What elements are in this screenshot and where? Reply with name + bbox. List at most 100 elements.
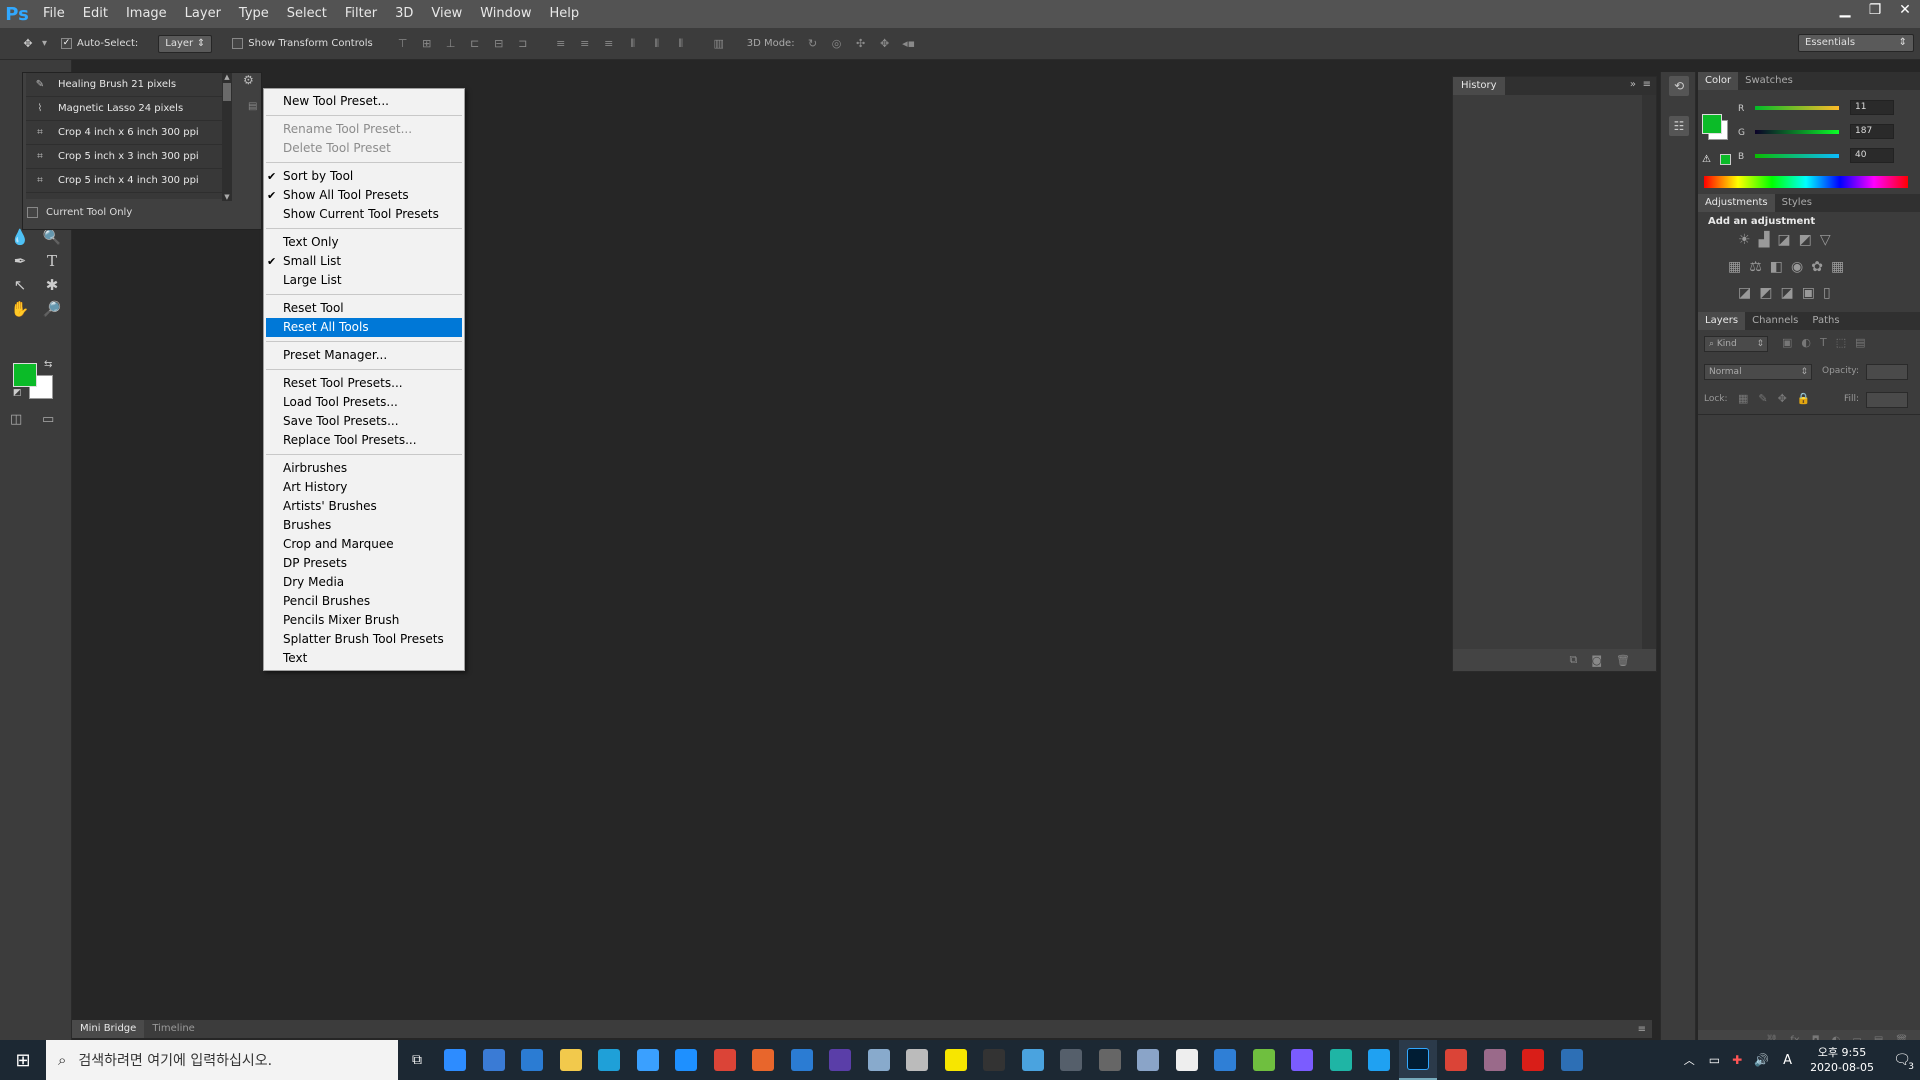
- volume-icon[interactable]: 🔊: [1754, 1053, 1769, 1067]
- filter-type-icon[interactable]: T: [1820, 336, 1827, 349]
- opacity-field[interactable]: [1866, 364, 1908, 380]
- lock-all-icon[interactable]: 🔒: [1797, 392, 1811, 405]
- sticky-app-icon[interactable]: [1206, 1040, 1245, 1080]
- align-hcenter-icon[interactable]: ⊟: [491, 37, 507, 51]
- tray-overflow-icon[interactable]: ︿: [1684, 1052, 1695, 1068]
- tab-adjustments[interactable]: Adjustments: [1698, 194, 1775, 212]
- type-tool-icon[interactable]: T: [40, 252, 64, 270]
- history-dock-icon[interactable]: ⟲: [1669, 76, 1689, 96]
- threshold-icon[interactable]: ◪: [1780, 285, 1793, 301]
- bird-app-icon[interactable]: [1360, 1040, 1399, 1080]
- fill-field[interactable]: [1866, 392, 1908, 408]
- ime-indicator[interactable]: A: [1783, 1053, 1792, 1068]
- 3d-roll-icon[interactable]: ◎: [829, 37, 845, 51]
- presets-scrollbar[interactable]: ▲ ▼: [222, 73, 232, 201]
- r-slider[interactable]: [1755, 106, 1839, 110]
- new-snapshot-icon[interactable]: ◙: [1591, 654, 1602, 667]
- menu-type[interactable]: Type: [230, 0, 278, 28]
- curves-icon[interactable]: ◪: [1777, 232, 1790, 248]
- anime-app-icon[interactable]: [1476, 1040, 1515, 1080]
- pen-tool-icon[interactable]: ✒: [8, 252, 32, 270]
- menu-item-sort-by-tool[interactable]: ✔ Sort by Tool: [264, 167, 464, 186]
- align-top-icon[interactable]: ⊤: [395, 37, 411, 51]
- photo-filter-icon[interactable]: ◉: [1791, 259, 1803, 275]
- vibrance-icon[interactable]: ▽: [1820, 232, 1831, 248]
- tool-preset-row[interactable]: ⌗ Crop 4 inch x 6 inch 300 ppi: [26, 121, 222, 145]
- brain-app-icon[interactable]: [1322, 1040, 1361, 1080]
- taskbar-search-box[interactable]: ⌕ 검색하려면 여기에 입력하십시오.: [46, 1040, 398, 1080]
- menu-item-show-current-tool-presets[interactable]: Show Current Tool Presets: [264, 205, 464, 224]
- menu-item-text-only[interactable]: Text Only: [264, 233, 464, 252]
- menu-edit[interactable]: Edit: [74, 0, 117, 28]
- distribute-right-icon[interactable]: ⫴: [673, 37, 689, 51]
- current-tool-only-row[interactable]: Current Tool Only: [27, 207, 132, 218]
- align-vcenter-icon[interactable]: ⊞: [419, 37, 435, 51]
- menu-item-art-history[interactable]: Art History: [264, 478, 464, 497]
- internet-explorer-icon[interactable]: [667, 1040, 706, 1080]
- collapse-panel-icon[interactable]: »: [1630, 79, 1636, 90]
- mail-app-icon[interactable]: [513, 1040, 552, 1080]
- invert-icon[interactable]: ◪: [1738, 285, 1751, 301]
- tab-color[interactable]: Color: [1698, 72, 1739, 90]
- tab-paths[interactable]: Paths: [1805, 312, 1846, 330]
- gradient-map-icon[interactable]: ▯: [1823, 285, 1831, 301]
- menu-item-reset-tool[interactable]: Reset Tool: [264, 299, 464, 318]
- menu-item-small-list[interactable]: ✔ Small List: [264, 252, 464, 271]
- dodge-tool-icon[interactable]: 🔍: [40, 228, 64, 246]
- tool-preset-row[interactable]: ⌇ Magnetic Lasso 24 pixels: [26, 97, 222, 121]
- g-slider[interactable]: [1755, 130, 1839, 134]
- lock-position-icon[interactable]: ✥: [1778, 392, 1787, 405]
- scroll-up-icon[interactable]: ▲: [222, 73, 232, 81]
- color-lookup-icon[interactable]: ▦: [1831, 259, 1844, 275]
- align-right-icon[interactable]: ⊐: [515, 37, 531, 51]
- tool-preset-row[interactable]: ⌗ Crop 5 inch x 4 inch 300 ppi: [26, 169, 222, 193]
- new-document-from-state-icon[interactable]: ⧉: [1569, 653, 1577, 667]
- color-spectrum-ramp[interactable]: [1704, 176, 1908, 188]
- posterize-icon[interactable]: ◩: [1759, 285, 1772, 301]
- brightness-contrast-icon[interactable]: ☀: [1738, 232, 1751, 248]
- menu-item-text[interactable]: Text: [264, 649, 464, 668]
- camera-app-icon[interactable]: [1091, 1040, 1130, 1080]
- photoshop-app-icon[interactable]: [1398, 1040, 1437, 1080]
- paint3d-app-icon[interactable]: [1129, 1040, 1168, 1080]
- kakaotalk-app-icon[interactable]: [937, 1040, 976, 1080]
- filter-shape-icon[interactable]: ⬚: [1836, 336, 1846, 349]
- circle-app-icon[interactable]: [1283, 1040, 1322, 1080]
- menu-item-artists-brushes[interactable]: Artists' Brushes: [264, 497, 464, 516]
- quick-mask-icon[interactable]: ◫: [10, 412, 22, 427]
- hue-saturation-icon[interactable]: ▦: [1728, 259, 1741, 275]
- new-preset-icon[interactable]: ▤: [248, 101, 257, 112]
- menu-item-show-all-tool-presets[interactable]: ✔ Show All Tool Presets: [264, 186, 464, 205]
- video-editor-app-icon[interactable]: [975, 1040, 1014, 1080]
- menu-item-crop-and-marquee[interactable]: Crop and Marquee: [264, 535, 464, 554]
- filter-smart-object-icon[interactable]: ▤: [1855, 336, 1865, 349]
- path-select-tool-icon[interactable]: ↖: [8, 276, 32, 294]
- delete-state-icon[interactable]: 🗑: [1616, 654, 1630, 667]
- calculator-app-icon[interactable]: [1052, 1040, 1091, 1080]
- screen-mode-icon[interactable]: ▭: [42, 412, 54, 427]
- zoom-tool-icon[interactable]: 🔎: [40, 300, 64, 318]
- menu-item-load-tool-presets[interactable]: Load Tool Presets...: [264, 393, 464, 412]
- bottom-panel-menu-icon[interactable]: ≡: [1638, 1024, 1646, 1035]
- menu-item-new-tool-preset[interactable]: New Tool Preset...: [264, 92, 464, 111]
- history-tab[interactable]: History: [1453, 77, 1505, 95]
- color-fg-swatch[interactable]: [1702, 114, 1722, 134]
- menu-item-airbrushes[interactable]: Airbrushes: [264, 459, 464, 478]
- blur-tool-icon[interactable]: 💧: [8, 228, 32, 246]
- levels-icon[interactable]: ▟: [1759, 232, 1770, 248]
- distribute-left-icon[interactable]: ⫴: [625, 37, 641, 51]
- properties-dock-icon[interactable]: ☷: [1669, 116, 1689, 136]
- close-icon[interactable]: ✕: [1890, 0, 1920, 20]
- out-of-gamut-warning-icon[interactable]: ⚠: [1702, 154, 1711, 165]
- photos-app-icon[interactable]: [1553, 1040, 1592, 1080]
- lock-transparent-icon[interactable]: ▦: [1738, 392, 1748, 405]
- 3d-scale-icon[interactable]: ◂▪: [901, 37, 917, 51]
- swap-colors-icon[interactable]: ⇆: [44, 359, 52, 370]
- viewer-app-icon[interactable]: [898, 1040, 937, 1080]
- distribute-top-icon[interactable]: ≡: [553, 37, 569, 51]
- menu-item-preset-manager[interactable]: Preset Manager...: [264, 346, 464, 365]
- filter-adjustment-icon[interactable]: ◐: [1801, 336, 1811, 349]
- tool-preset-row[interactable]: ⌗ Crop 5 inch x 3 inch 300 ppi: [26, 145, 222, 169]
- foreground-color-swatch[interactable]: [13, 363, 37, 387]
- align-bottom-icon[interactable]: ⊥: [443, 37, 459, 51]
